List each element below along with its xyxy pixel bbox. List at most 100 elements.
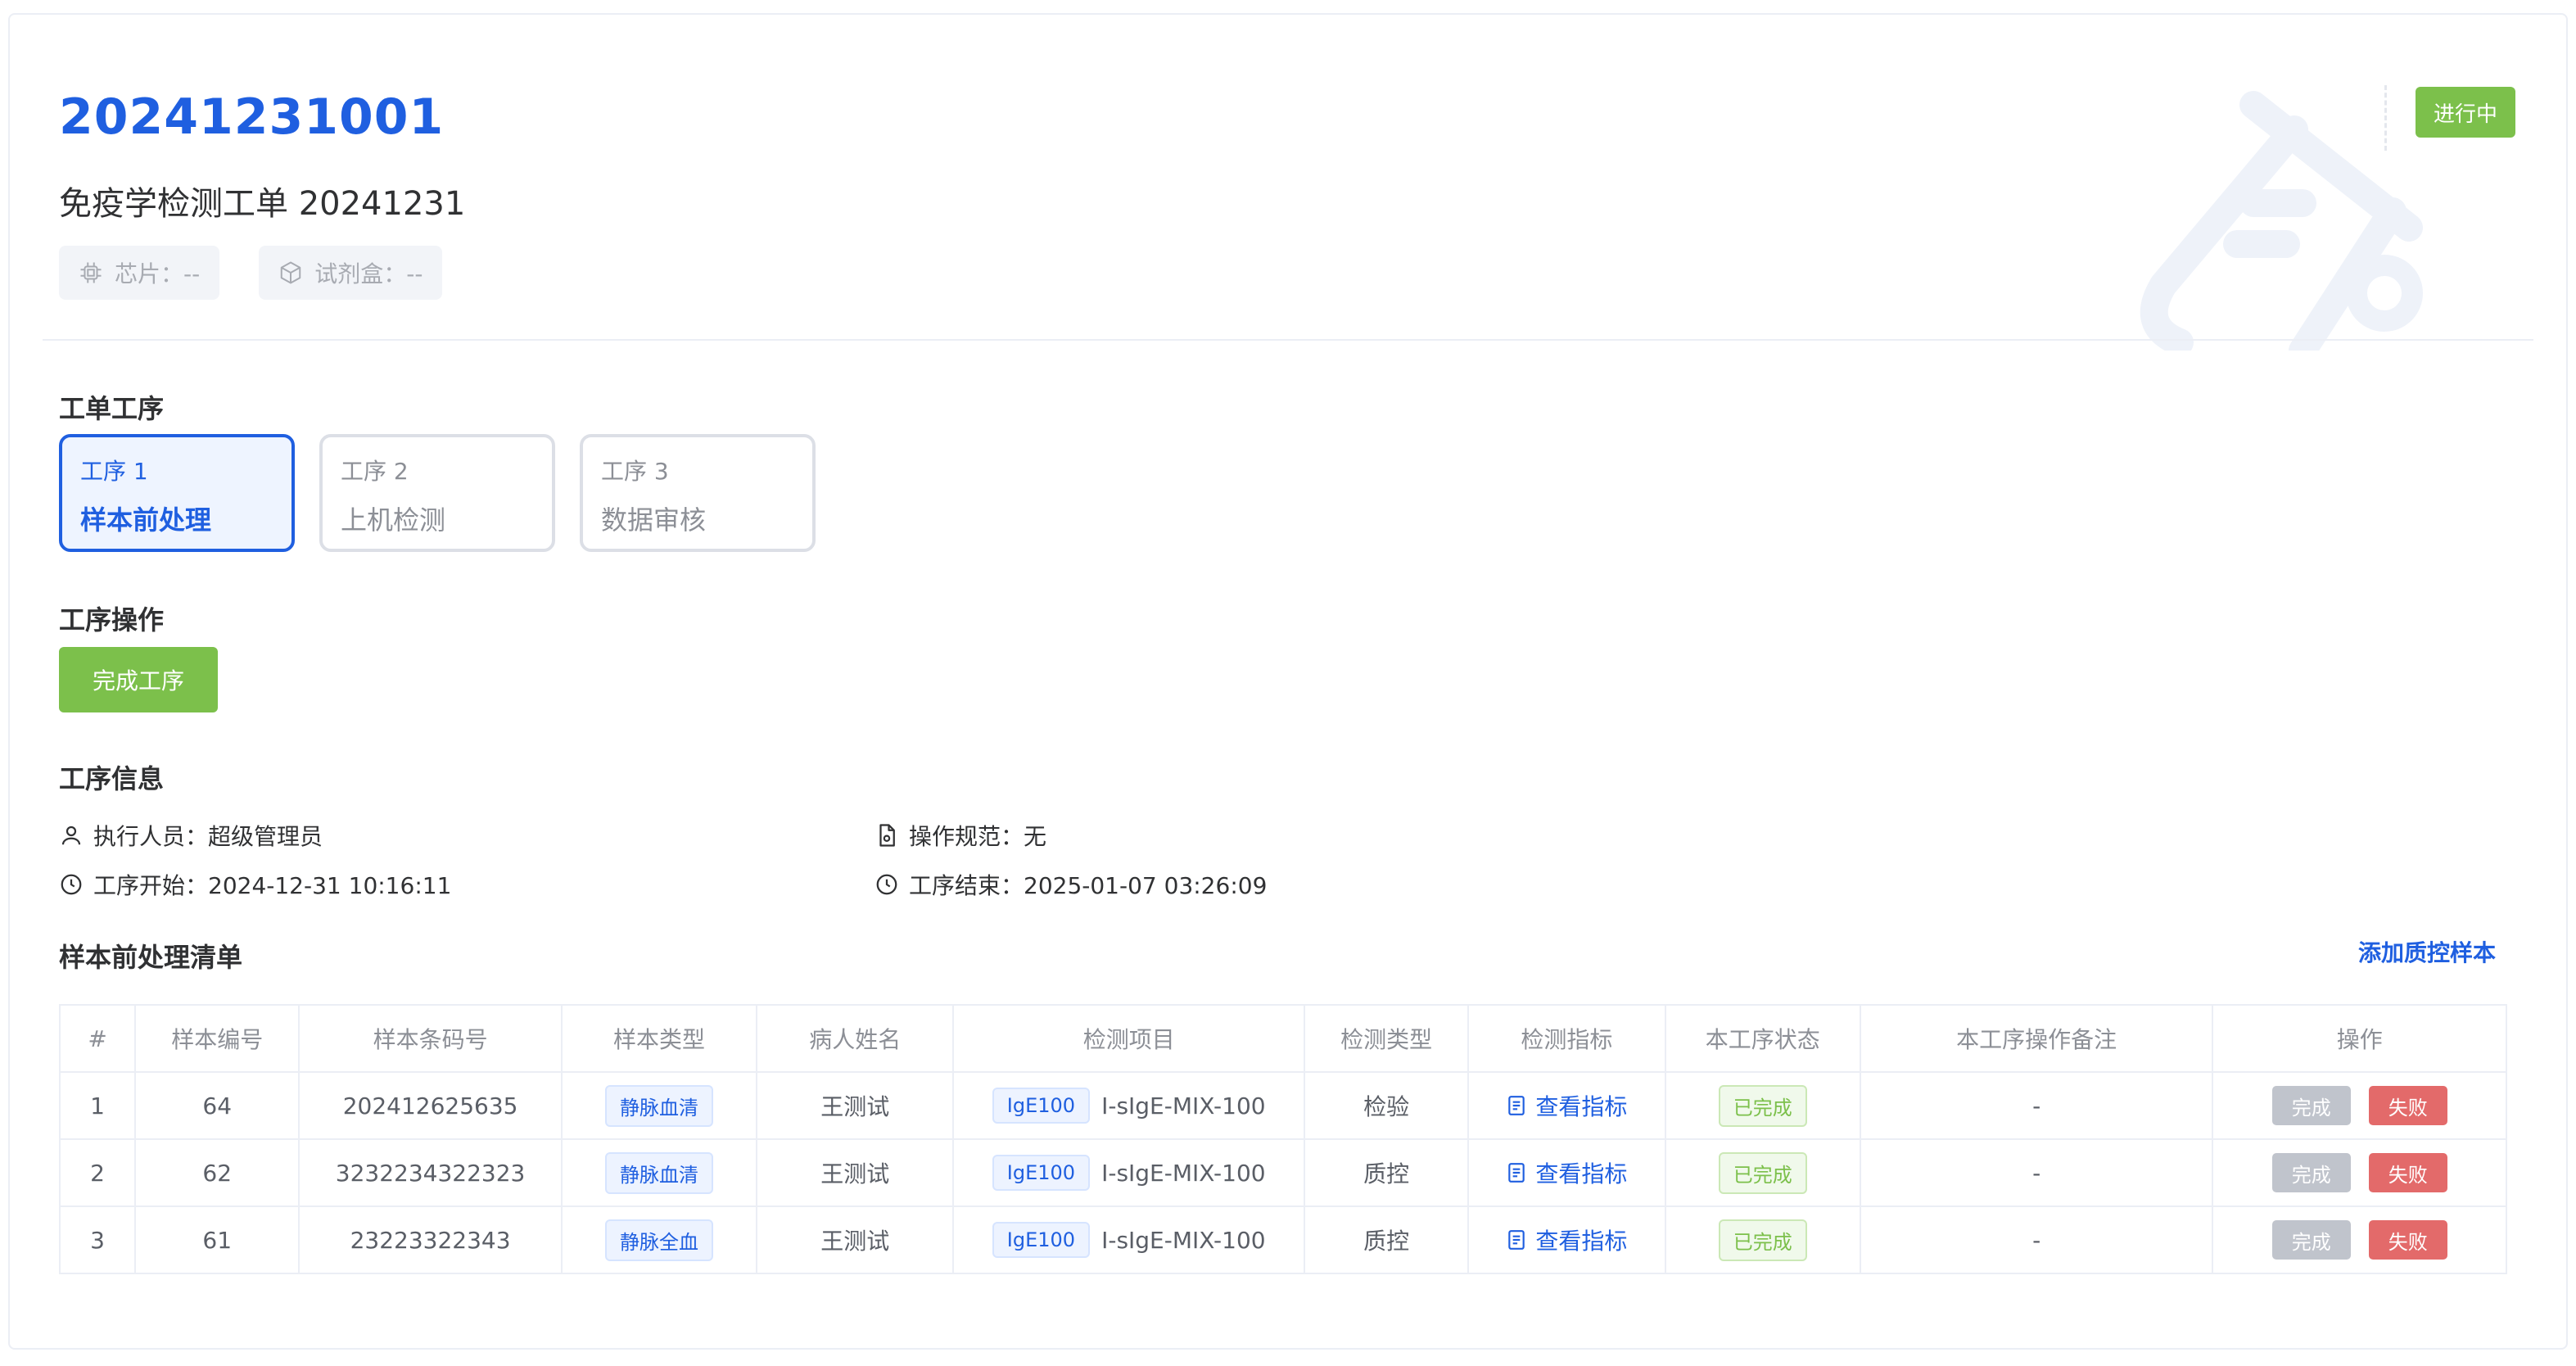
patient-name: 王测试	[756, 1138, 955, 1207]
project-tag: IgE100	[992, 1222, 1091, 1258]
col-header: 检测项目	[952, 1004, 1305, 1073]
table-row: 3 61 23223322343 静脉全血 王测试 IgE100 I-sIgE-M…	[58, 1205, 2507, 1274]
list-title: 样本前处理清单	[59, 942, 243, 973]
sample-type-tag: 静脉血清	[604, 1084, 713, 1127]
view-indicator-label: 查看指标	[1535, 1228, 1628, 1255]
clock-icon	[876, 874, 897, 895]
executor-row: 执行人员：超级管理员	[59, 819, 323, 852]
sample-type-tag: 静脉全血	[604, 1219, 713, 1261]
barcode: 202412625635	[298, 1071, 563, 1140]
fail-button[interactable]: 失败	[2368, 1153, 2447, 1192]
status-tag: 已完成	[1718, 1219, 1807, 1261]
remark: -	[1859, 1138, 2214, 1207]
table-row: 2 62 3232234322323 静脉血清 王测试 IgE100 I-sIgE…	[58, 1138, 2507, 1207]
document-icon	[1508, 1096, 1525, 1115]
ops-cell: 完成 失败	[2212, 1205, 2507, 1274]
test-tube-watermark-icon	[2140, 91, 2423, 351]
step-card-2[interactable]: 工序 2 上机检测	[319, 434, 555, 552]
done-button[interactable]: 完成	[2271, 1086, 2351, 1125]
process-steps: 工序 1 样本前处理 工序 2 上机检测 工序 3 数据审核	[59, 434, 816, 552]
status-tag: 已完成	[1718, 1084, 1807, 1127]
info-title: 工序信息	[59, 763, 165, 794]
test-type: 质控	[1303, 1205, 1470, 1274]
status-cell: 已完成	[1664, 1138, 1861, 1207]
patient-name: 王测试	[756, 1205, 955, 1274]
test-type: 检验	[1303, 1071, 1470, 1140]
kit-label: 试剂盒：--	[314, 260, 423, 287]
ops-cell: 完成 失败	[2212, 1071, 2507, 1140]
status-cell: 已完成	[1664, 1071, 1861, 1140]
col-header: 本工序状态	[1664, 1004, 1861, 1073]
col-header: 本工序操作备注	[1859, 1004, 2214, 1073]
view-indicator-link[interactable]: 查看指标	[1506, 1089, 1627, 1122]
done-button[interactable]: 完成	[2271, 1153, 2351, 1192]
step-number: 工序 3	[601, 458, 669, 485]
col-header: 检测类型	[1303, 1004, 1470, 1073]
table-row: 1 64 202412625635 静脉血清 王测试 IgE100 I-sIgE-…	[58, 1071, 2507, 1140]
sample-type-cell: 静脉血清	[560, 1138, 758, 1207]
row-index: 1	[58, 1071, 137, 1140]
step-number: 工序 1	[80, 458, 148, 485]
order-number: 20241231001	[59, 88, 445, 146]
sample-type-cell: 静脉血清	[560, 1071, 758, 1140]
indicator-cell: 查看指标	[1467, 1205, 1666, 1274]
view-indicator-label: 查看指标	[1535, 1093, 1628, 1120]
indicator-cell: 查看指标	[1467, 1071, 1666, 1140]
sample-no: 64	[134, 1071, 301, 1140]
step-name: 样本前处理	[80, 504, 212, 536]
add-qc-sample-link[interactable]: 添加质控样本	[2358, 935, 2496, 968]
spec-row: 操作规范：无	[874, 819, 1046, 852]
view-indicator-link[interactable]: 查看指标	[1506, 1156, 1627, 1189]
table-header-row: # 样本编号 样本条码号 样本类型 病人姓名 检测项目 检测类型 检测指标 本工…	[58, 1004, 2507, 1073]
document-icon	[1508, 1230, 1525, 1250]
header-divider	[43, 339, 2533, 341]
step-card-1[interactable]: 工序 1 样本前处理	[59, 434, 295, 552]
step-name: 数据审核	[601, 504, 707, 536]
remark: -	[1859, 1071, 2214, 1140]
chip-label: 芯片：--	[115, 260, 201, 287]
sample-no: 61	[134, 1205, 301, 1274]
chip-icon	[80, 262, 102, 283]
project-cell: IgE100 I-sIgE-MIX-100	[952, 1138, 1305, 1207]
order-chips: 芯片：-- 试剂盒：--	[59, 246, 443, 300]
start-text: 工序开始：2024-12-31 10:16:11	[93, 872, 452, 899]
barcode: 3232234322323	[298, 1138, 563, 1207]
status-cell: 已完成	[1664, 1205, 1861, 1274]
end-text: 工序结束：2025-01-07 03:26:09	[909, 872, 1268, 899]
view-indicator-label: 查看指标	[1535, 1160, 1628, 1187]
col-header: 样本条码号	[298, 1004, 563, 1073]
end-row: 工序结束：2025-01-07 03:26:09	[874, 868, 1267, 901]
clock-icon	[61, 874, 82, 895]
fail-button[interactable]: 失败	[2368, 1220, 2447, 1260]
view-indicator-link[interactable]: 查看指标	[1506, 1224, 1627, 1256]
patient-name: 王测试	[756, 1071, 955, 1140]
operation-title: 工序操作	[59, 604, 165, 636]
test-type: 质控	[1303, 1138, 1470, 1207]
done-button[interactable]: 完成	[2271, 1220, 2351, 1260]
project-cell: IgE100 I-sIgE-MIX-100	[952, 1205, 1305, 1274]
remark: -	[1859, 1205, 2214, 1274]
work-order-card: 20241231001 免疫学检测工单 20241231 芯片：-- 试剂盒：-…	[8, 13, 2568, 1350]
col-header: #	[58, 1004, 137, 1073]
user-icon	[61, 825, 81, 845]
sample-no: 62	[134, 1138, 301, 1207]
row-index: 3	[58, 1205, 137, 1274]
order-name: 免疫学检测工单 20241231	[59, 185, 466, 223]
sample-table: # 样本编号 样本条码号 样本类型 病人姓名 检测项目 检测类型 检测指标 本工…	[58, 1004, 2507, 1274]
step-number: 工序 2	[341, 458, 409, 485]
col-header: 样本类型	[560, 1004, 758, 1073]
document-icon	[879, 824, 895, 847]
sample-type-tag: 静脉血清	[604, 1151, 713, 1194]
order-header: 20241231001 免疫学检测工单 20241231 芯片：-- 试剂盒：-…	[10, 15, 2566, 351]
fail-button[interactable]: 失败	[2368, 1086, 2447, 1125]
box-icon	[280, 261, 301, 284]
complete-step-button[interactable]: 完成工序	[59, 647, 218, 712]
status-tag: 已完成	[1718, 1151, 1807, 1194]
project-name: I-sIgE-MIX-100	[1101, 1159, 1266, 1187]
project-tag: IgE100	[992, 1155, 1091, 1191]
project-cell: IgE100 I-sIgE-MIX-100	[952, 1071, 1305, 1140]
start-row: 工序开始：2024-12-31 10:16:11	[59, 868, 451, 901]
col-header: 操作	[2212, 1004, 2507, 1073]
header-divider-dashed	[2384, 85, 2387, 151]
step-card-3[interactable]: 工序 3 数据审核	[580, 434, 816, 552]
